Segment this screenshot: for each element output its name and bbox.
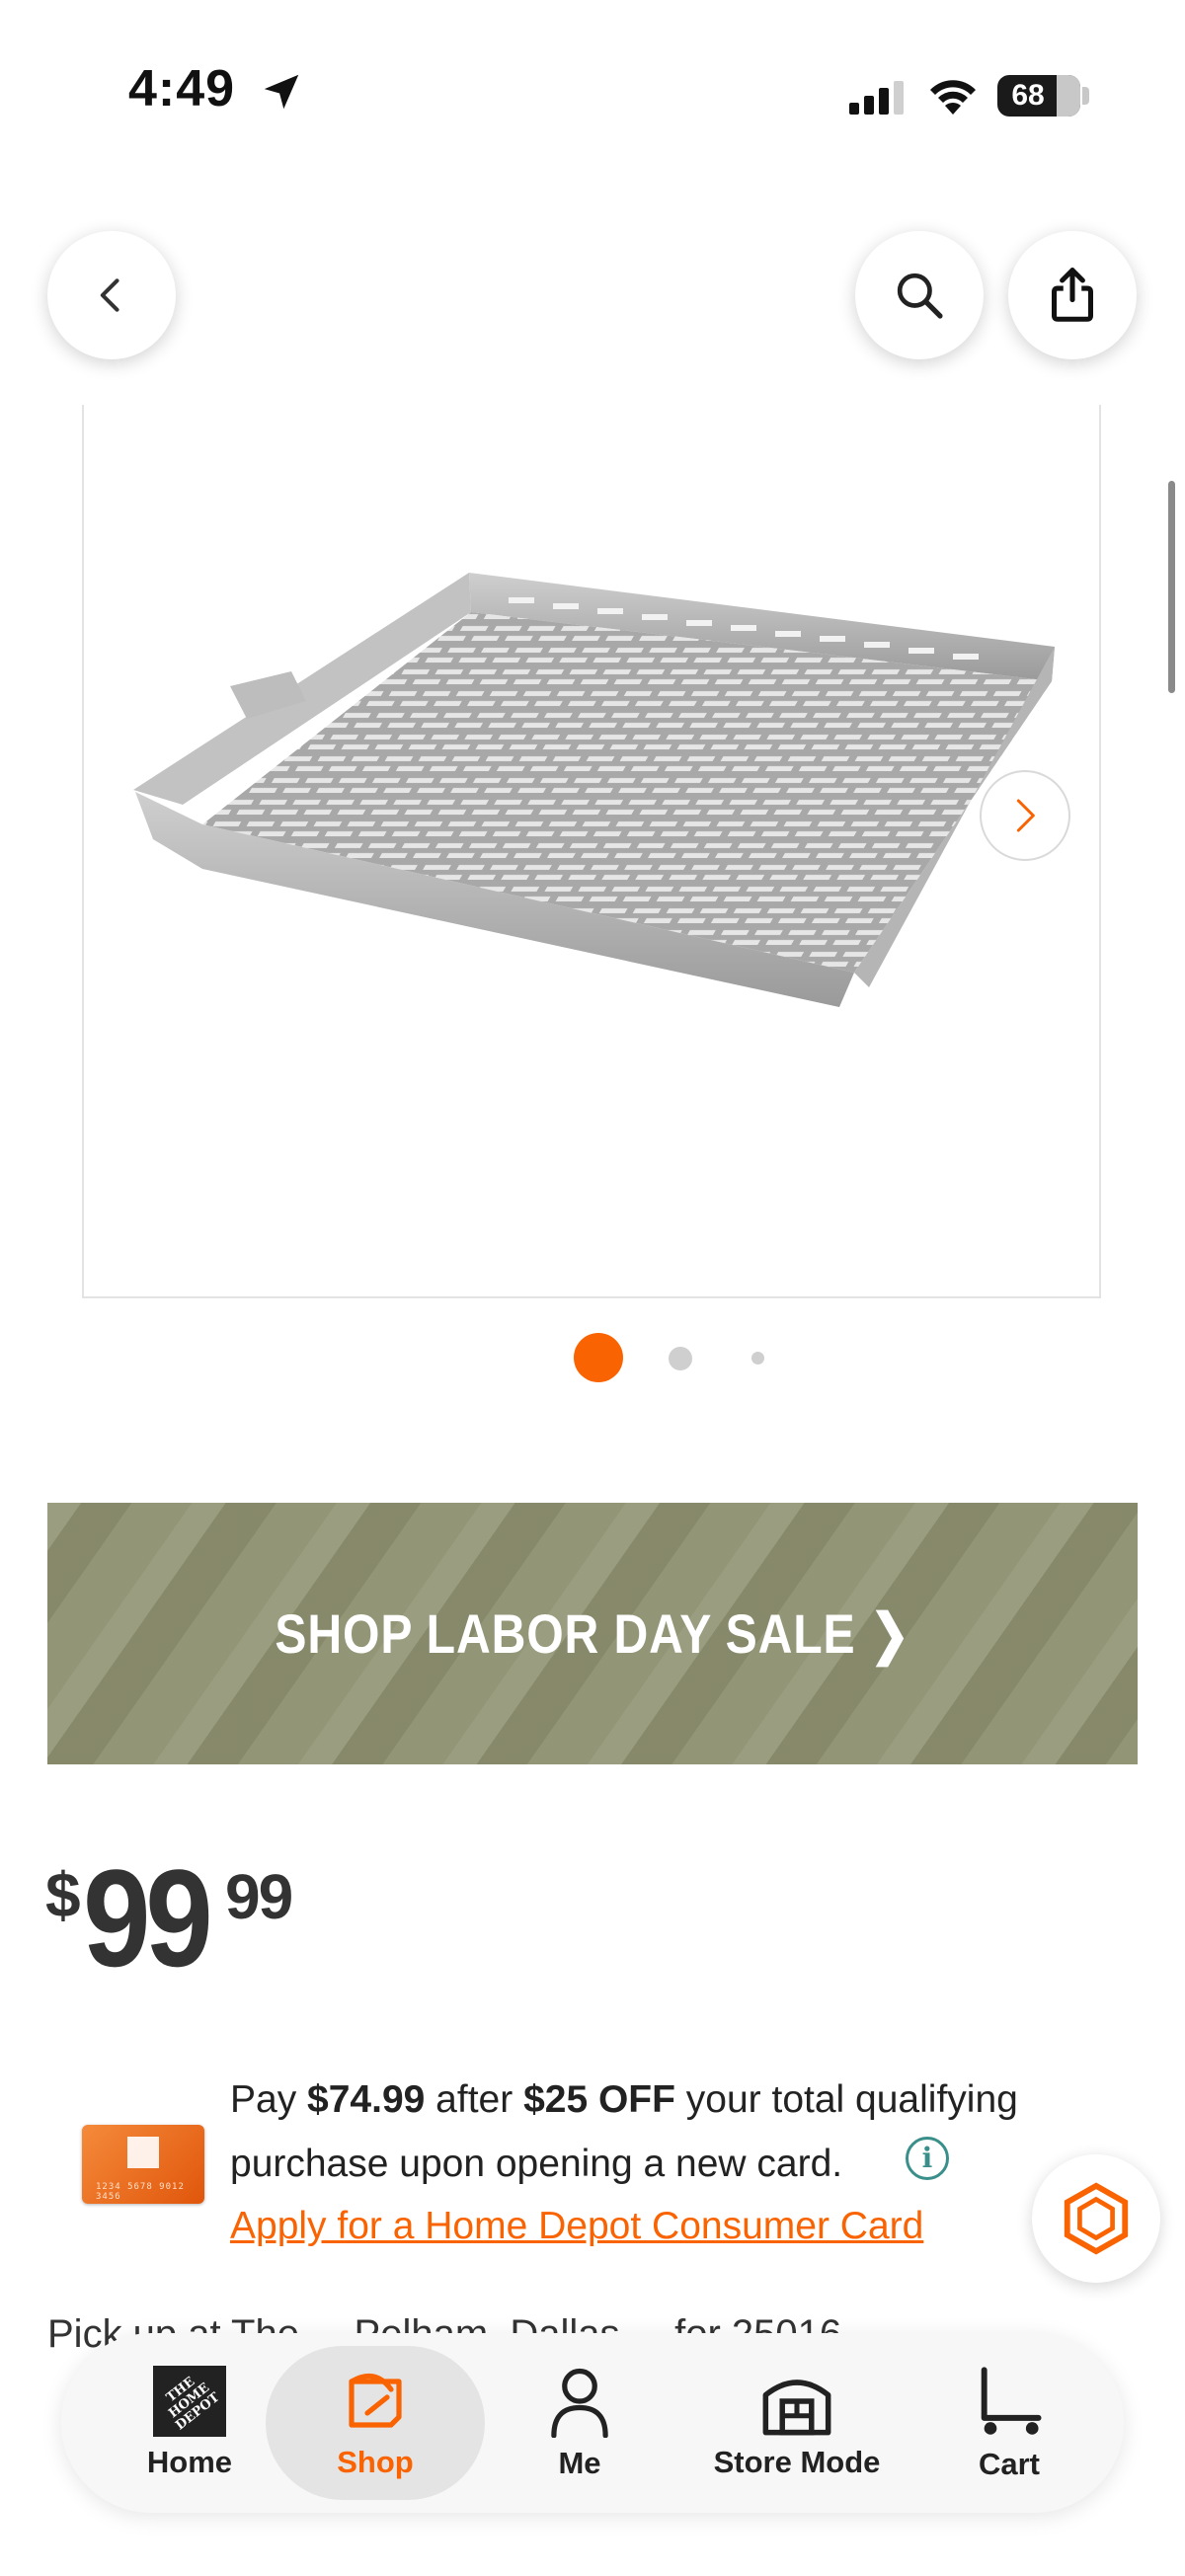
search-icon [897, 273, 943, 319]
gallery-dot-active[interactable] [574, 1333, 623, 1382]
cart-icon [981, 2367, 1042, 2435]
battery-indicator: 68 [997, 75, 1080, 117]
share-button[interactable] [1008, 231, 1137, 359]
promo-text: after [425, 2078, 524, 2121]
next-image-button[interactable] [980, 770, 1070, 861]
person-icon [551, 2368, 608, 2438]
home-depot-logo-icon: THE HOME DEPOT [153, 2366, 226, 2437]
promo-text: Pay [230, 2078, 308, 2121]
labor-day-sale-banner[interactable]: SHOP LABOR DAY SALE ❯ [47, 1503, 1138, 1764]
promo-text: your total qualifying [674, 2078, 1018, 2121]
product-image-grill-basket [133, 573, 1055, 1007]
gallery-dot[interactable] [669, 1347, 692, 1370]
bottom-tab-bar: THE HOME DEPOT Home Shop Me Store Mode Ca [61, 2333, 1124, 2513]
apply-card-link[interactable]: Apply for a Home Depot Consumer Card [230, 2205, 923, 2248]
tab-label: Shop [337, 2445, 414, 2479]
wifi-icon [930, 80, 976, 115]
location-arrow-icon [264, 74, 299, 110]
search-button[interactable] [855, 231, 984, 359]
chat-assistant-button[interactable] [1032, 2154, 1160, 2283]
tab-home[interactable]: THE HOME DEPOT Home [120, 2333, 259, 2513]
promo-line-1: Pay $74.99 after $25 OFF your total qual… [230, 2078, 1018, 2122]
promo-line-2: purchase upon opening a new card. [230, 2143, 843, 2185]
back-button[interactable] [47, 231, 176, 359]
banner-text: SHOP LABOR DAY SALE ❯ [275, 1601, 910, 1665]
tab-cart[interactable]: Cart [950, 2333, 1068, 2513]
card-logo [127, 2137, 159, 2168]
chevron-right-icon [1016, 799, 1035, 832]
scrollbar[interactable] [1168, 481, 1175, 693]
tab-me[interactable]: Me [525, 2333, 634, 2513]
share-icon [1052, 268, 1093, 322]
battery-percent: 68 [1011, 79, 1045, 112]
tab-label: Me [558, 2446, 601, 2480]
tab-store-mode[interactable]: Store Mode [678, 2333, 915, 2513]
hexagon-assistant-icon [1064, 2182, 1129, 2255]
status-time: 4:49 [128, 60, 236, 117]
battery-tip [1082, 87, 1089, 105]
gallery-dot[interactable] [751, 1352, 764, 1365]
price-currency: $ [45, 1859, 81, 1930]
price-cents: 99 [225, 1861, 293, 1932]
credit-card-image: 1234 5678 9012 3456 [82, 2125, 204, 2204]
promo-amount: $74.99 [307, 2078, 426, 2121]
tab-label: Cart [978, 2447, 1040, 2481]
info-icon[interactable]: i [906, 2137, 949, 2180]
tab-label: Store Mode [713, 2445, 881, 2479]
tab-label: Home [146, 2445, 233, 2479]
price-dollars: 99 [83, 1840, 213, 1995]
product-image-gallery[interactable] [82, 405, 1101, 1298]
promo-discount: $25 OFF [523, 2078, 675, 2121]
card-number: 1234 5678 9012 3456 [96, 2182, 185, 2202]
chevron-left-icon [100, 278, 119, 312]
cellular-signal-icon [849, 81, 904, 115]
tab-shop[interactable]: Shop [266, 2333, 485, 2513]
shop-tag-icon [349, 2373, 402, 2428]
store-icon [762, 2380, 831, 2436]
